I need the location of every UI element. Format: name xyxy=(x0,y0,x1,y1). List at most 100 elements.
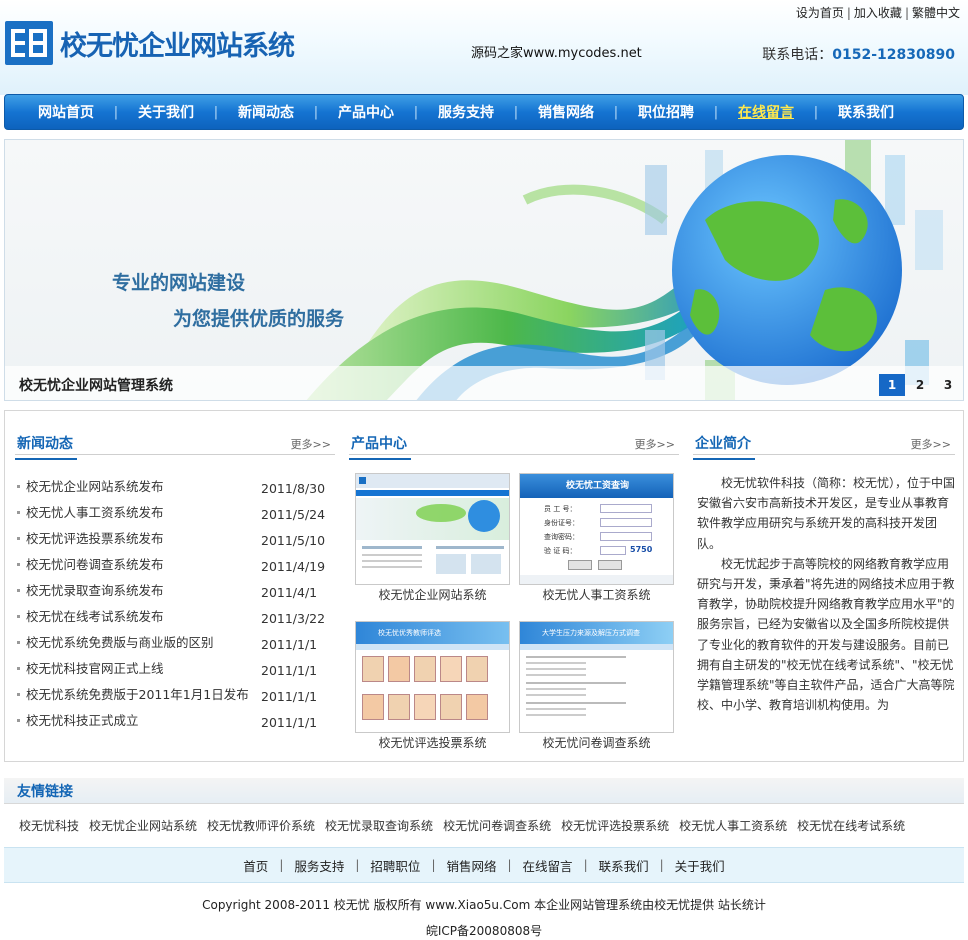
friend-link[interactable]: 校无忧人事工资系统 xyxy=(679,819,797,833)
banner-page-2[interactable]: 2 xyxy=(907,374,933,396)
banner-slideshow[interactable]: 专业的网站建设 为您提供优质的服务 校无忧企业网站管理系统 1 2 3 xyxy=(4,139,964,401)
list-item: 校无忧在线考试系统发布 2011/3/22 xyxy=(17,608,325,634)
phone-label: 联系电话： xyxy=(762,47,833,63)
list-item: 校无忧人事工资系统发布 2011/5/24 xyxy=(17,504,325,530)
thumb-title: 大学生压力来源及解压方式调查 xyxy=(542,629,640,637)
news-item-date: 2011/1/1 xyxy=(261,663,318,678)
thumb-field: 员 工 号： xyxy=(544,505,577,513)
top-links: 设为首页 | 加入收藏 | 繁體中文 xyxy=(796,4,960,21)
logo-icon[interactable] xyxy=(5,21,53,65)
news-item-title[interactable]: 校无忧人事工资系统发布 xyxy=(26,504,164,522)
product-caption[interactable]: 校无忧评选投票系统 xyxy=(355,734,510,751)
banner-page-3[interactable]: 3 xyxy=(935,374,961,396)
friend-link[interactable]: 校无忧在线考试系统 xyxy=(797,819,915,833)
news-item-title[interactable]: 校无忧评选投票系统发布 xyxy=(26,530,164,548)
friend-link[interactable]: 校无忧评选投票系统 xyxy=(561,819,679,833)
footer-nav: 首页 | 服务支持 | 招聘职位 | 销售网络 | 在线留言 | 联系我们 | 关于我们 xyxy=(4,847,964,883)
news-item-title[interactable]: 校无忧科技官网正式上线 xyxy=(26,660,164,678)
bullet-icon xyxy=(17,615,20,618)
product-thumbnail[interactable] xyxy=(355,473,510,585)
intro-section-header: 企业简介 更多>> xyxy=(693,429,955,460)
footer-link-guestbook[interactable]: 在线留言 xyxy=(523,856,573,875)
product-caption[interactable]: 校无忧问卷调查系统 xyxy=(519,734,674,751)
nav-item-news[interactable]: 新闻动态 xyxy=(221,102,311,122)
add-favorite-link[interactable]: 加入收藏 xyxy=(854,6,902,20)
intro-title: 企业简介 xyxy=(693,433,755,460)
product-card-payroll[interactable]: 校无忧工资查询 员 工 号： 身份证号： 查询密码： 验 证 码： 5750 校… xyxy=(519,473,674,603)
friend-link[interactable]: 校无忧企业网站系统 xyxy=(89,819,207,833)
footer-link-home[interactable]: 首页 xyxy=(243,856,268,875)
footer-link-contact[interactable]: 联系我们 xyxy=(599,856,649,875)
banner-caption: 校无忧企业网站管理系统 xyxy=(19,378,173,394)
nav-separator: | xyxy=(713,104,719,120)
product-card-voting[interactable]: 校无忧优秀教师评选 校无忧评选投票系统 xyxy=(355,621,510,751)
news-item-title[interactable]: 校无忧在线考试系统发布 xyxy=(26,608,164,626)
friend-links-title: 友情链接 xyxy=(17,784,73,800)
friend-links: 校无忧科技 校无忧企业网站系统 校无忧教师评价系统 校无忧录取查询系统 校无忧问卷调查系… xyxy=(19,817,915,834)
logo-text[interactable]: 校无忧企业网站系统 xyxy=(60,24,295,63)
nav-item-sales[interactable]: 销售网络 xyxy=(521,102,611,122)
nav-item-guestbook[interactable]: 在线留言 xyxy=(721,102,811,122)
nav-item-about[interactable]: 关于我们 xyxy=(121,102,211,122)
nav-separator: | xyxy=(413,104,419,120)
thumb-captcha: 5750 xyxy=(630,545,653,554)
site-name: 源码之家www.mycodes.net xyxy=(471,46,642,61)
nav-item-home[interactable]: 网站首页 xyxy=(21,102,111,122)
separator: | xyxy=(355,858,360,872)
product-card-survey[interactable]: 大学生压力来源及解压方式调查 校无忧问卷调查系统 xyxy=(519,621,674,751)
bullet-icon xyxy=(17,641,20,644)
footer-link-sales[interactable]: 销售网络 xyxy=(446,856,496,875)
footer-link-about[interactable]: 关于我们 xyxy=(675,856,725,875)
list-item: 校无忧系统免费版与商业版的区别 2011/1/1 xyxy=(17,634,317,660)
news-section-header: 新闻动态 更多>> xyxy=(15,429,335,460)
separator: | xyxy=(846,6,851,20)
bullet-icon xyxy=(17,667,20,670)
list-item: 校无忧企业网站系统发布 2011/8/30 xyxy=(17,478,325,504)
friend-link[interactable]: 校无忧科技 xyxy=(19,819,89,833)
list-item: 校无忧科技正式成立 2011/1/1 xyxy=(17,712,317,738)
news-item-title[interactable]: 校无忧录取查询系统发布 xyxy=(26,582,164,600)
main-nav: 网站首页 | 关于我们 | 新闻动态 | 产品中心 | 服务支持 | 销售网络 | 职位招聘… xyxy=(4,94,964,130)
nav-separator: | xyxy=(613,104,619,120)
nav-item-service[interactable]: 服务支持 xyxy=(421,102,511,122)
news-item-title[interactable]: 校无忧系统免费版于2011年1月1日发布 xyxy=(26,686,249,704)
news-item-date: 2011/5/24 xyxy=(261,507,326,522)
friend-link[interactable]: 校无忧录取查询系统 xyxy=(325,819,443,833)
thumb-field: 身份证号： xyxy=(544,519,579,527)
product-thumbnail[interactable]: 校无忧工资查询 员 工 号： 身份证号： 查询密码： 验 证 码： 5750 xyxy=(519,473,674,585)
nav-item-contact[interactable]: 联系我们 xyxy=(821,102,911,122)
news-item-title[interactable]: 校无忧问卷调查系统发布 xyxy=(26,556,164,574)
news-item-title[interactable]: 校无忧系统免费版与商业版的区别 xyxy=(26,634,214,652)
products-more-link[interactable]: 更多>> xyxy=(635,436,675,452)
nav-item-products[interactable]: 产品中心 xyxy=(321,102,411,122)
product-caption[interactable]: 校无忧人事工资系统 xyxy=(519,586,674,603)
product-caption[interactable]: 校无忧企业网站系统 xyxy=(355,586,510,603)
footer-link-jobs[interactable]: 招聘职位 xyxy=(370,856,420,875)
nav-separator: | xyxy=(813,104,819,120)
product-thumbnail[interactable]: 大学生压力来源及解压方式调查 xyxy=(519,621,674,733)
header: 校无忧企业网站系统 源码之家www.mycodes.net 设为首页 | 加入收藏 |… xyxy=(0,0,968,95)
nav-item-jobs[interactable]: 职位招聘 xyxy=(621,102,711,122)
news-more-link[interactable]: 更多>> xyxy=(291,436,331,452)
news-item-title[interactable]: 校无忧科技正式成立 xyxy=(26,712,139,730)
news-item-date: 2011/3/22 xyxy=(261,611,326,626)
news-item-title[interactable]: 校无忧企业网站系统发布 xyxy=(26,478,164,496)
banner-page-1[interactable]: 1 xyxy=(879,374,905,396)
news-title: 新闻动态 xyxy=(15,433,77,460)
icp-license[interactable]: 皖ICP备20080808号 xyxy=(0,922,968,939)
set-homepage-link[interactable]: 设为首页 xyxy=(796,6,844,20)
news-item-date: 2011/4/19 xyxy=(261,559,326,574)
banner-caption-bar: 校无忧企业网站管理系统 1 2 3 xyxy=(5,366,963,400)
banner-headline: 专业的网站建设 xyxy=(112,272,246,294)
product-thumbnail[interactable]: 校无忧优秀教师评选 xyxy=(355,621,510,733)
friend-link[interactable]: 校无忧教师评价系统 xyxy=(207,819,325,833)
intro-more-link[interactable]: 更多>> xyxy=(911,436,951,452)
friend-link[interactable]: 校无忧问卷调查系统 xyxy=(443,819,561,833)
traditional-chinese-link[interactable]: 繁體中文 xyxy=(912,6,960,20)
thumb-field: 验 证 码： xyxy=(544,547,577,555)
phone-number: 0152-12830890 xyxy=(832,47,955,63)
product-card-website[interactable]: 校无忧企业网站系统 xyxy=(355,473,510,603)
content-area: 新闻动态 更多>> 校无忧企业网站系统发布 2011/8/30 校无忧人事工资系统… xyxy=(4,410,964,762)
separator: | xyxy=(431,858,436,872)
footer-link-service[interactable]: 服务支持 xyxy=(294,856,344,875)
